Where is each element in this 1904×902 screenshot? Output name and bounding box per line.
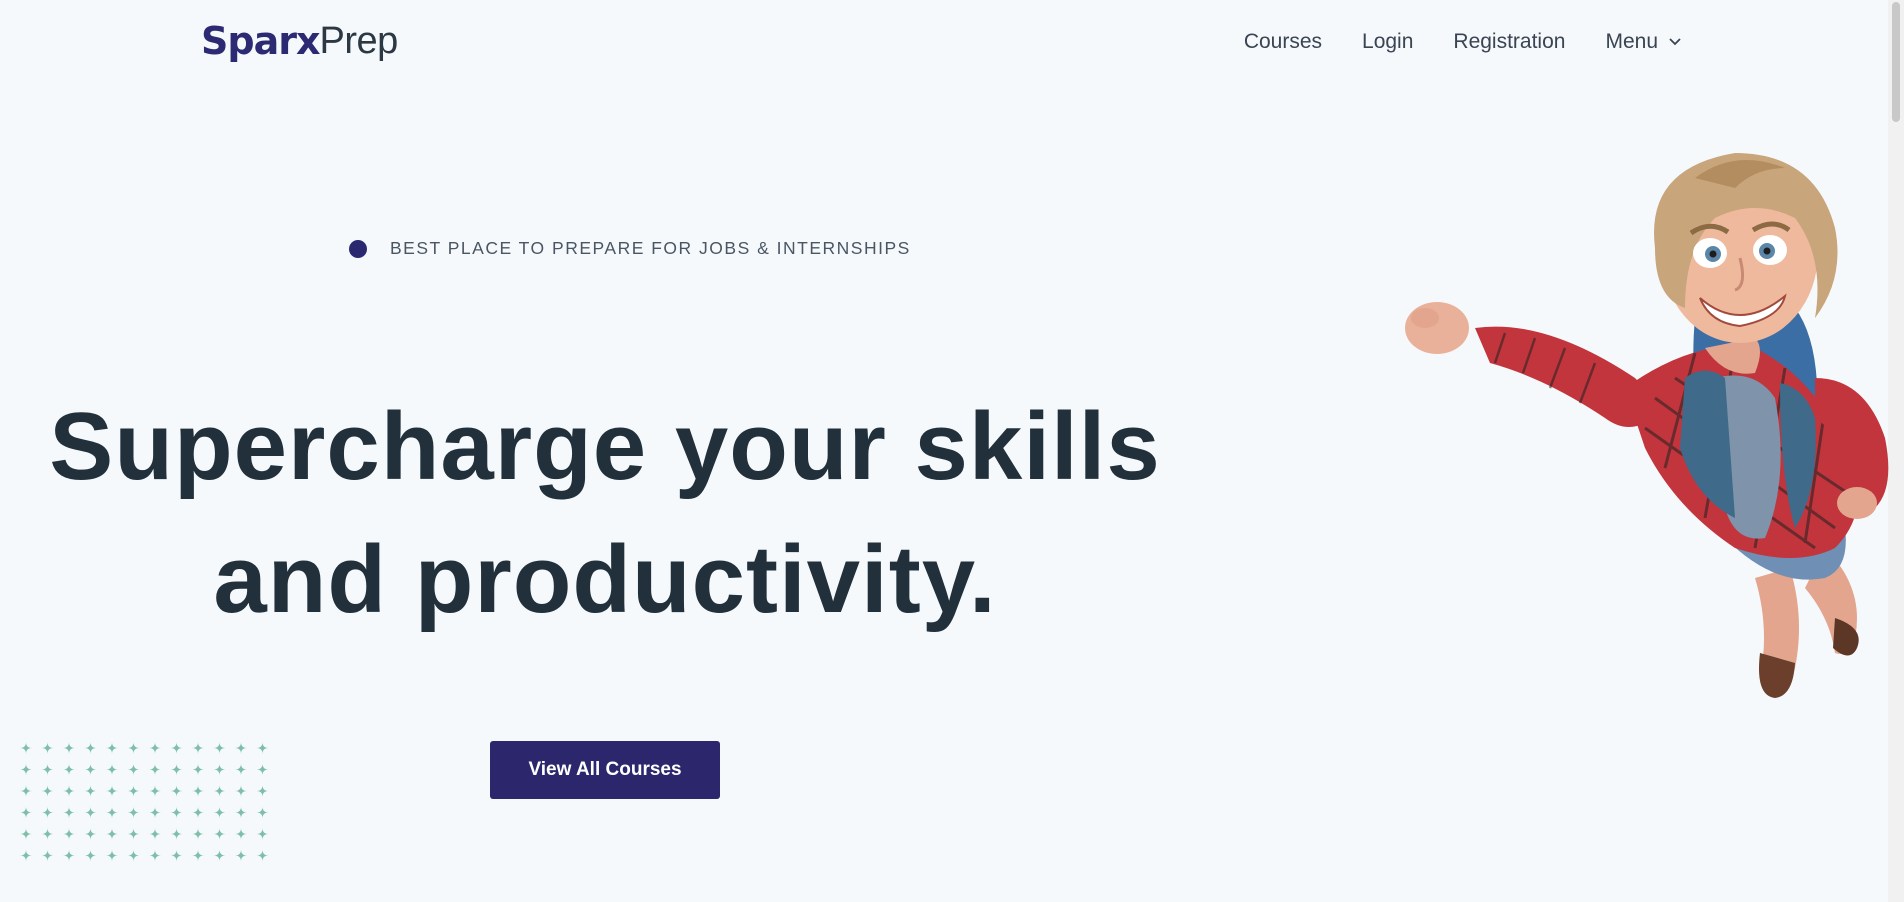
sparkle-icon [170,763,183,776]
sparkle-icon [84,828,97,840]
sparkle-icon [235,742,247,754]
sparkle-icon [192,763,204,776]
flying-boy-illustration [1405,153,1889,698]
sparkle-icon [235,763,247,776]
sparkle-icon [149,742,161,754]
sparkle-icon [84,849,97,862]
sparkle-icon [170,742,183,754]
sparkle-icon [63,849,75,862]
logo[interactable]: Sparx Prep [201,18,398,64]
sparkle-icon [106,742,118,754]
sparkle-icon [20,785,32,797]
sparkle-icon [41,849,54,862]
sparkle-icon [149,849,161,862]
sparkle-icon [256,742,269,754]
sparkle-icon [127,742,140,754]
nav-login[interactable]: Login [1362,26,1413,58]
sparkle-icon [127,785,140,797]
sparkle-icon [192,828,204,840]
logo-bold-text: Sparx [201,19,320,63]
nav-courses[interactable]: Courses [1244,26,1322,58]
dot-icon [349,239,367,258]
sparkle-icon [84,806,97,819]
sparkle-icon [127,806,140,819]
sparkle-icon [149,763,161,776]
chevron-down-icon [1668,37,1682,47]
sparkle-icon [63,742,75,754]
tagline-text: BEST PLACE TO PREPARE FOR JOBS & INTERNS… [390,238,911,258]
sparkle-icon [84,763,97,776]
sparkle-icon [20,742,32,754]
sparkle-icon [192,849,204,862]
sparkle-icon [20,806,32,819]
sparkle-icon [41,828,54,840]
sparkle-icon [213,742,226,754]
logo-light-text: Prep [319,20,398,62]
sparkle-icon [84,785,97,797]
headline-line-2: and productivity. [213,526,997,633]
sparkle-grid [20,742,269,862]
sparkle-icon [192,785,204,797]
nav-menu[interactable]: Menu [1605,26,1682,58]
nav-menu-label: Menu [1605,30,1658,53]
sparkle-icon [235,849,247,862]
sparkle-icon [213,785,226,797]
sparkle-icon [256,806,269,819]
sparkle-icon [192,806,204,819]
hero-headline: Supercharge your skills and productivity… [0,380,1210,646]
sparkle-icon [213,763,226,776]
scrollbar-thumb[interactable] [1892,2,1900,122]
sparkle-icon [20,828,32,840]
sparkle-icon [149,806,161,819]
sparkle-icon [106,763,118,776]
view-all-courses-button[interactable]: View All Courses [490,741,720,799]
sparkle-icon [106,849,118,862]
sparkle-icon [41,742,54,754]
sparkle-icon [256,849,269,862]
sparkle-icon [170,785,183,797]
nav-registration[interactable]: Registration [1453,26,1565,58]
sparkle-icon [41,763,54,776]
main-nav: Courses Login Registration Menu [1244,26,1682,58]
sparkle-icon [149,828,161,840]
headline-line-1: Supercharge your skills [49,393,1161,500]
sparkle-icon [213,849,226,862]
sparkle-icon [106,828,118,840]
sparkle-icon [127,849,140,862]
sparkle-icon [235,828,247,840]
sparkle-icon [63,785,75,797]
sparkle-icon [235,806,247,819]
sparkle-icon [41,785,54,797]
sparkle-icon [63,763,75,776]
sparkle-icon [41,806,54,819]
sparkle-icon [256,785,269,797]
sparkle-icon [20,763,32,776]
sparkle-icon [106,785,118,797]
sparkle-icon [63,828,75,840]
sparkle-icon [170,828,183,840]
sparkle-icon [127,763,140,776]
sparkle-icon [149,785,161,797]
sparkle-icon [84,742,97,754]
sparkle-icon [256,763,269,776]
sparkle-icon [213,806,226,819]
sparkle-icon [235,785,247,797]
hero-tagline: BEST PLACE TO PREPARE FOR JOBS & INTERNS… [349,238,911,259]
sparkle-icon [170,806,183,819]
sparkle-icon [213,828,226,840]
sparkle-icon [63,806,75,819]
sparkle-icon [106,806,118,819]
sparkle-icon [170,849,183,862]
sparkle-icon [256,828,269,840]
sparkle-icon [127,828,140,840]
sparkle-icon [20,849,32,862]
sparkle-icon [192,742,204,754]
